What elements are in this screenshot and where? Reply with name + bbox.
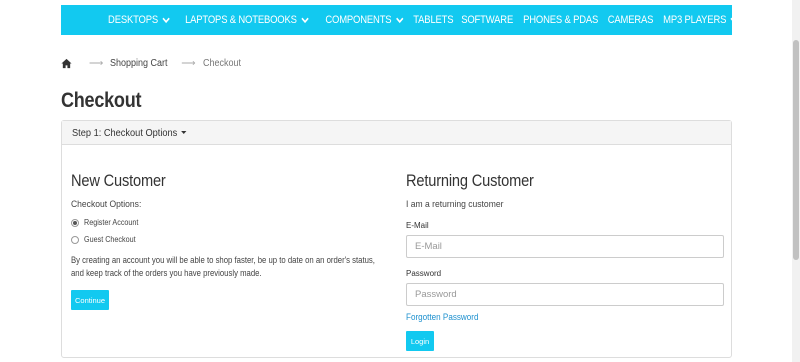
- nav-item-label: Tablets: [413, 14, 454, 26]
- nav-item-label: Desktops: [108, 14, 159, 26]
- password-label: Password: [406, 269, 442, 278]
- returning-customer-title: Returning Customer: [406, 171, 534, 190]
- nav-item-label: MP3 Players: [663, 14, 727, 26]
- nav-item-label: Software: [460, 14, 513, 26]
- password-field[interactable]: Password: [406, 283, 724, 306]
- page-title: Checkout: [61, 89, 142, 112]
- chevron-down-icon: [395, 17, 404, 23]
- panel-heading: Step 1: Checkout Options: [62, 121, 731, 145]
- nav-item-laptops[interactable]: Laptops & Notebooks: [185, 14, 309, 26]
- breadcrumb-separator: ⟶: [89, 57, 104, 69]
- nav-item-tablets[interactable]: Tablets: [413, 14, 453, 26]
- email-field[interactable]: E-Mail: [406, 235, 724, 258]
- scrollbar-thumb[interactable]: [793, 40, 799, 260]
- nav-item-phones[interactable]: Phones & PDAs: [523, 14, 598, 26]
- nav-item-mp3-players[interactable]: MP3 Players: [663, 14, 739, 26]
- new-customer-section: New Customer Checkout Options: Register …: [71, 171, 391, 310]
- password-placeholder: Password: [415, 289, 457, 300]
- new-customer-title: New Customer: [71, 171, 166, 190]
- continue-button[interactable]: Continue: [71, 290, 109, 310]
- guest-checkout-label: Guest Checkout: [84, 235, 136, 244]
- breadcrumb: ⟶ Shopping Cart ⟶ Checkout: [61, 56, 245, 70]
- chevron-down-icon: [730, 17, 739, 23]
- main-nav: Desktops Laptops & Notebooks Components …: [61, 5, 739, 35]
- email-placeholder: E-Mail: [415, 241, 442, 252]
- guest-checkout-radio[interactable]: Guest Checkout: [71, 235, 391, 244]
- forgotten-password-link[interactable]: Forgotten Password: [406, 312, 692, 322]
- register-account-label: Register Account: [84, 218, 139, 227]
- breadcrumb-separator: ⟶: [181, 57, 196, 69]
- nav-item-software[interactable]: Software: [461, 14, 513, 26]
- account-benefits-text: By creating an account you will be able …: [71, 255, 375, 278]
- register-account-radio[interactable]: Register Account: [71, 218, 391, 227]
- nav-item-components[interactable]: Components: [325, 14, 404, 26]
- caret-down-icon: [180, 131, 187, 134]
- nav-item-label: Components: [325, 14, 392, 26]
- breadcrumb-checkout[interactable]: Checkout: [203, 58, 241, 69]
- returning-customer-section: Returning Customer I am a returning cust…: [406, 171, 724, 351]
- nav-item-label: Phones & PDAs: [522, 14, 599, 26]
- nav-item-desktops[interactable]: Desktops: [108, 14, 170, 26]
- login-button[interactable]: Login: [406, 331, 434, 351]
- radio-unchecked-icon[interactable]: [71, 235, 79, 244]
- nav-item-label: Laptops & Notebooks: [185, 14, 297, 26]
- chevron-down-icon: [301, 17, 309, 23]
- home-icon[interactable]: [61, 58, 72, 69]
- chevron-down-icon: [162, 17, 170, 23]
- step-1-label: Step 1: Checkout Options: [72, 126, 178, 139]
- breadcrumb-shopping-cart[interactable]: Shopping Cart: [110, 58, 168, 69]
- step-1-toggle[interactable]: Step 1: Checkout Options: [72, 126, 187, 139]
- nav-item-label: Cameras: [607, 14, 654, 26]
- email-label: E-Mail: [406, 221, 429, 230]
- nav-item-cameras[interactable]: Cameras: [608, 14, 654, 26]
- checkout-options-label: Checkout Options:: [71, 199, 142, 210]
- returning-customer-intro: I am a returning customer: [406, 199, 504, 210]
- checkout-options-panel: Step 1: Checkout Options New Customer Ch…: [61, 120, 732, 358]
- radio-checked-icon[interactable]: [71, 218, 79, 227]
